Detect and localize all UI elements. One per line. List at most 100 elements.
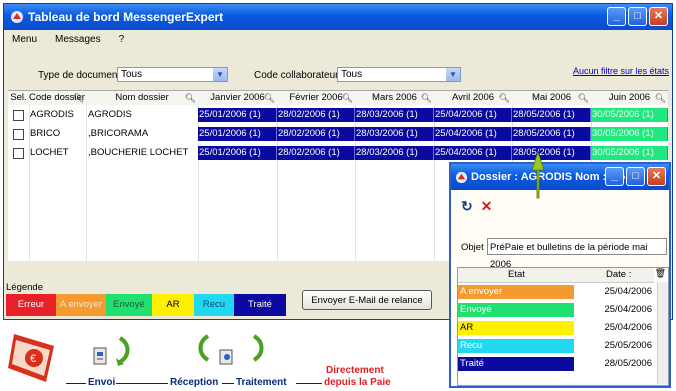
col-state-header: Etat (508, 269, 525, 280)
chevron-down-icon[interactable]: ▼ (446, 68, 460, 81)
green-arrow-icon (116, 336, 130, 366)
search-icon[interactable]: 🔍︎ (578, 91, 589, 105)
status-row[interactable]: Recu 25/05/2006 (458, 339, 654, 353)
title-bar[interactable]: Tableau de bord MessengerExpert (4, 4, 672, 30)
date-cell[interactable]: 28/02/2006 (1) (277, 108, 355, 122)
workflow-envoi: Envoi (88, 377, 116, 388)
status-date: 25/04/2006 (604, 286, 652, 297)
app-icon (455, 171, 468, 183)
search-icon[interactable]: 🔍︎ (73, 91, 84, 105)
legend-title: Légende (6, 282, 43, 293)
menu-item-menu[interactable]: Menu (12, 34, 37, 45)
search-icon[interactable]: 🔍︎ (264, 91, 275, 105)
header-month-label: Février 2006 (289, 92, 343, 103)
header-month-label: Juin 2006 (608, 92, 651, 103)
status-row[interactable]: Envoyé 25/04/2006 (458, 303, 654, 317)
status-state: Traité (458, 357, 574, 371)
search-icon[interactable]: 🔍︎ (185, 91, 196, 105)
date-cell[interactable]: 28/02/2006 (1) (277, 146, 355, 160)
date-cell[interactable]: 28/03/2006 (1) (355, 146, 434, 160)
date-cell[interactable]: 25/04/2006 (1) (434, 146, 512, 160)
legend-a-envoyer: A envoyer (56, 294, 106, 316)
scrollbar[interactable] (657, 282, 668, 384)
header-month-label: Avril 2006 (451, 92, 495, 103)
date-cell[interactable]: 28/05/2006 (1) (512, 146, 591, 160)
status-row[interactable]: AR 25/04/2006 (458, 321, 654, 335)
date-cell[interactable]: 25/01/2006 (1) (198, 108, 277, 122)
date-cell[interactable]: 28/02/2006 (1) (277, 127, 355, 141)
row-name[interactable]: ,BOUCHERIE LOCHET (88, 146, 188, 160)
menu-item-messages[interactable]: Messages (55, 34, 101, 45)
chevron-down-icon[interactable]: ▼ (213, 68, 227, 81)
header-month-5[interactable]: Mai 2006 🔍︎ (512, 91, 592, 105)
trash-icon[interactable]: 🗑 (655, 268, 666, 279)
delete-icon[interactable]: ✕ (481, 198, 493, 214)
status-history-table: Etat Date : 🗑 A envoyer 25/04/2006 Envoy… (457, 267, 669, 386)
pointer-arrow-icon (531, 150, 545, 199)
legend-envoye: Envoyé (106, 294, 152, 316)
header-month-label: Mars 2006 (372, 92, 417, 103)
date-cell[interactable]: 28/03/2006 (1) (355, 108, 434, 122)
search-icon[interactable]: 🔍︎ (342, 91, 353, 105)
header-month-label: Mai 2006 (531, 92, 572, 103)
doc-type-select[interactable]: Tous ▼ (117, 67, 228, 82)
header-month-3[interactable]: Mars 2006 🔍︎ (355, 91, 435, 105)
refresh-icon[interactable]: ↻ (461, 198, 473, 214)
object-field[interactable]: PréPaie et bulletins de la période mai 2… (487, 238, 667, 270)
date-cell[interactable]: 28/03/2006 (1) (355, 127, 434, 141)
row-name[interactable]: AGRODIS (88, 108, 132, 122)
maximize-button[interactable]: □ (628, 7, 647, 26)
header-month-4[interactable]: Avril 2006 🔍︎ (434, 91, 513, 105)
dialog-minimize-button[interactable]: _ (605, 167, 624, 186)
date-cell[interactable]: 28/05/2006 (1) (512, 108, 591, 122)
search-icon[interactable]: 🔍︎ (421, 91, 432, 105)
status-date: 25/05/2006 (604, 340, 652, 351)
dossier-detail-dialog: Dossier : AGRODIS Nom : AG... _ □ ✕ ↻ ✕ … (449, 162, 671, 388)
object-label: Objet (461, 242, 484, 253)
legend-ar: AR (152, 294, 194, 316)
no-filter-link[interactable]: Aucun filtre sur les états (573, 66, 669, 76)
date-cell[interactable]: 30/05/2006 (1) (591, 108, 668, 122)
send-email-reminder-button[interactable]: Envoyer E-Mail de relance (302, 290, 432, 310)
status-date: 25/04/2006 (604, 304, 652, 315)
dialog-maximize-button[interactable]: □ (626, 167, 645, 186)
status-date: 25/04/2006 (604, 322, 652, 333)
legend-traite: Traité (234, 294, 286, 316)
date-cell[interactable]: 25/01/2006 (1) (198, 146, 277, 160)
close-button[interactable]: ✕ (649, 7, 668, 26)
date-cell[interactable]: 30/05/2006 (1) (591, 127, 668, 141)
row-code[interactable]: AGRODIS (30, 108, 74, 122)
workflow-traitement: Traitement (236, 377, 287, 388)
menu-item-help[interactable]: ? (119, 34, 125, 45)
row-code[interactable]: LOCHET (30, 146, 69, 160)
date-cell[interactable]: 28/05/2006 (1) (512, 127, 591, 141)
row-checkbox[interactable] (13, 129, 24, 140)
legend-erreur: Erreur (6, 294, 56, 316)
green-arrow-icon (252, 334, 264, 362)
minimize-button[interactable]: _ (607, 7, 626, 26)
row-checkbox[interactable] (13, 148, 24, 159)
header-month-2[interactable]: Février 2006 🔍︎ (277, 91, 356, 105)
header-code[interactable]: Code dossier 🔍︎ (29, 91, 87, 105)
status-row[interactable]: A envoyer 25/04/2006 (458, 285, 654, 299)
doc-type-value: Tous (121, 69, 143, 80)
search-icon[interactable]: 🔍︎ (499, 91, 510, 105)
collab-select[interactable]: Tous ▼ (337, 67, 461, 82)
date-cell[interactable]: 25/01/2006 (1) (198, 127, 277, 141)
app-icon (11, 11, 23, 23)
status-state: Recu (458, 339, 574, 353)
date-cell[interactable]: 25/04/2006 (1) (434, 127, 512, 141)
collab-label: Code collaborateur (254, 70, 339, 81)
header-name[interactable]: Nom dossier 🔍︎ (86, 91, 199, 105)
date-cell[interactable]: 30/05/2006 (1) (591, 146, 668, 160)
row-code[interactable]: BRICO (30, 127, 60, 141)
dialog-close-button[interactable]: ✕ (647, 167, 666, 186)
row-checkbox[interactable] (13, 110, 24, 121)
header-month-6[interactable]: Juin 2006 🔍︎ (591, 91, 669, 105)
status-row[interactable]: Traité 28/05/2006 (458, 357, 654, 371)
collab-value: Tous (341, 69, 363, 80)
search-icon[interactable]: 🔍︎ (655, 91, 666, 105)
row-name[interactable]: ,BRICORAMA (88, 127, 148, 141)
date-cell[interactable]: 25/04/2006 (1) (434, 108, 512, 122)
header-month-1[interactable]: Janvier 2006 🔍︎ (198, 91, 278, 105)
